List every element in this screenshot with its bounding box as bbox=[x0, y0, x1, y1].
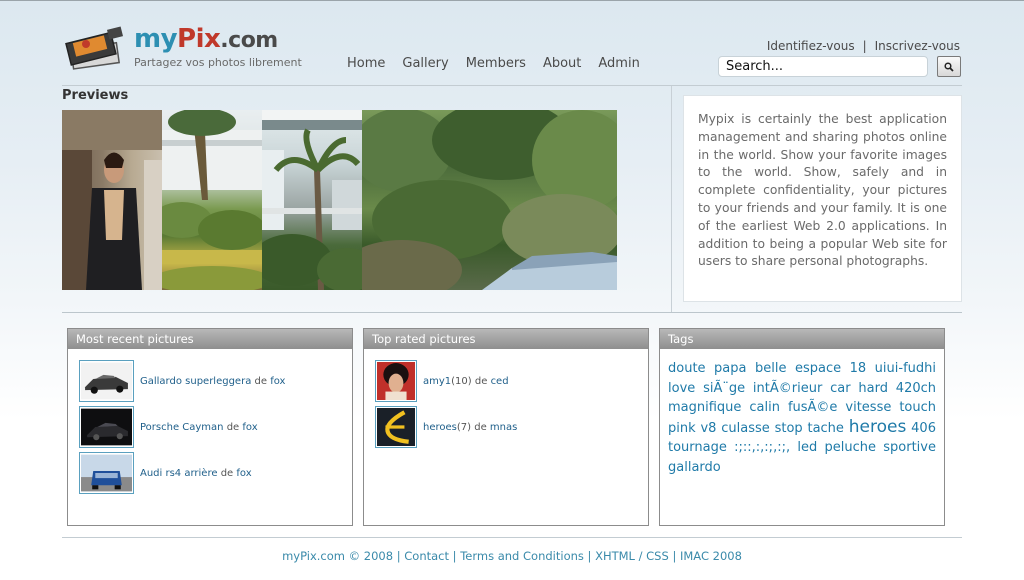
auth-separator: | bbox=[862, 39, 867, 53]
preview-strip bbox=[62, 110, 617, 290]
by-label: de bbox=[254, 375, 268, 387]
rating-count: (7) bbox=[456, 421, 472, 433]
picture-link[interactable]: Porsche Cayman bbox=[140, 422, 224, 433]
preview-image-2[interactable] bbox=[162, 110, 262, 290]
car-image bbox=[81, 362, 132, 400]
preview-palm-graphic bbox=[262, 110, 362, 290]
user-link[interactable]: mnas bbox=[490, 422, 517, 433]
preview-image-3[interactable] bbox=[262, 110, 362, 290]
footer-divider bbox=[62, 537, 962, 538]
footer-xhtml-link[interactable]: XHTML / CSS bbox=[595, 549, 669, 563]
preview-divider bbox=[671, 86, 672, 313]
logo-wordmark: myPix.com bbox=[134, 24, 278, 54]
login-link[interactable]: Identifiez-vous bbox=[767, 39, 855, 53]
preview-person-graphic bbox=[62, 110, 162, 290]
car-image bbox=[81, 454, 132, 492]
picture-link[interactable]: Gallardo superleggera bbox=[140, 376, 251, 387]
recent-item-3-text: Audi rs4 arrière de fox bbox=[140, 468, 252, 479]
preview-image-4[interactable] bbox=[362, 110, 617, 290]
auth-links: Identifiez-vous | Inscrivez-vous bbox=[767, 39, 960, 53]
list-item: Audi rs4 arrière de fox bbox=[79, 452, 252, 494]
tag-heroes[interactable]: heroes bbox=[849, 417, 907, 437]
portrait-image bbox=[377, 362, 415, 400]
top-rated-item-1-text: amy1(10) de ced bbox=[423, 376, 509, 387]
picture-link[interactable]: heroes bbox=[423, 422, 457, 433]
footer: myPix.com © 2008 | Contact | Terms and C… bbox=[0, 549, 1024, 563]
previews-title: Previews bbox=[62, 88, 129, 103]
footer-separator: | bbox=[587, 549, 592, 563]
tags-panel: Tags doute papa belle espace 18 uiui-fud… bbox=[659, 328, 945, 526]
user-link[interactable]: fox bbox=[242, 422, 257, 433]
tags-title: Tags bbox=[660, 329, 944, 349]
picture-link[interactable]: Audi rs4 arrière bbox=[140, 468, 218, 479]
recent-item-2-text: Porsche Cayman de fox bbox=[140, 422, 258, 433]
list-item: Gallardo superleggera de fox bbox=[79, 360, 285, 402]
by-label: de bbox=[226, 421, 240, 433]
logo-my: my bbox=[134, 24, 178, 54]
footer-separator: | bbox=[452, 549, 457, 563]
user-link[interactable]: ced bbox=[491, 376, 509, 387]
footer-copyright: myPix.com © 2008 bbox=[282, 549, 394, 563]
nav-home[interactable]: Home bbox=[347, 56, 385, 71]
by-label: de bbox=[474, 421, 487, 433]
recent-pictures-title: Most recent pictures bbox=[68, 329, 352, 349]
logo-tagline: Partagez vos photos librement bbox=[134, 56, 302, 69]
rating-count: (10) bbox=[451, 375, 472, 387]
top-rated-title: Top rated pictures bbox=[364, 329, 648, 349]
footer-imac-link[interactable]: IMAC 2008 bbox=[680, 549, 742, 563]
user-link[interactable]: fox bbox=[236, 468, 251, 479]
car-image bbox=[81, 408, 132, 446]
footer-separator: | bbox=[672, 549, 677, 563]
nav-members[interactable]: Members bbox=[466, 56, 526, 71]
preview-garden-graphic bbox=[162, 110, 262, 290]
heroes-logo-image bbox=[377, 408, 415, 446]
preview-hillside-graphic bbox=[362, 110, 617, 290]
user-link[interactable]: fox bbox=[270, 376, 285, 387]
recent-thumb-2[interactable] bbox=[79, 406, 134, 448]
list-item: Porsche Cayman de fox bbox=[79, 406, 258, 448]
header-divider bbox=[62, 85, 962, 86]
tag-cloud[interactable]: doute papa belle espace 18 uiui-fudhi lo… bbox=[668, 359, 936, 477]
top-rated-thumb-2[interactable] bbox=[375, 406, 417, 448]
logo-com: .com bbox=[220, 28, 278, 53]
search-icon bbox=[944, 61, 954, 72]
picture-link[interactable]: amy1 bbox=[423, 376, 451, 387]
by-label: de bbox=[474, 375, 488, 387]
top-border bbox=[0, 0, 1024, 1]
footer-separator: | bbox=[396, 549, 401, 563]
recent-thumb-3[interactable] bbox=[79, 452, 134, 494]
list-item: heroes(7) de mnas bbox=[375, 406, 517, 448]
nav-about[interactable]: About bbox=[543, 56, 581, 71]
top-rated-thumb-1[interactable] bbox=[375, 360, 417, 402]
register-link[interactable]: Inscrivez-vous bbox=[875, 39, 960, 53]
recent-thumb-1[interactable] bbox=[79, 360, 134, 402]
search-input[interactable] bbox=[718, 56, 928, 77]
search-button[interactable] bbox=[937, 56, 961, 77]
by-label: de bbox=[220, 467, 234, 479]
top-rated-panel: Top rated pictures amy1(10) de ced heroe… bbox=[363, 328, 649, 526]
list-item: amy1(10) de ced bbox=[375, 360, 509, 402]
site-logo[interactable]: myPix.com Partagez vos photos librement bbox=[64, 22, 304, 74]
main-nav: Home Gallery Members About Admin bbox=[347, 56, 640, 71]
footer-terms-link[interactable]: Terms and Conditions bbox=[460, 549, 584, 563]
site-description: Mypix is certainly the best application … bbox=[683, 95, 962, 302]
footer-contact-link[interactable]: Contact bbox=[404, 549, 449, 563]
recent-pictures-panel: Most recent pictures Gallardo superlegge… bbox=[67, 328, 353, 526]
nav-admin[interactable]: Admin bbox=[598, 56, 639, 71]
recent-item-1-text: Gallardo superleggera de fox bbox=[140, 376, 285, 387]
nav-gallery[interactable]: Gallery bbox=[402, 56, 448, 71]
section-divider bbox=[62, 312, 962, 313]
photo-stack-icon bbox=[65, 26, 124, 70]
top-rated-item-2-text: heroes(7) de mnas bbox=[423, 422, 517, 433]
preview-image-1[interactable] bbox=[62, 110, 162, 290]
logo-pix: Pix bbox=[177, 24, 221, 54]
